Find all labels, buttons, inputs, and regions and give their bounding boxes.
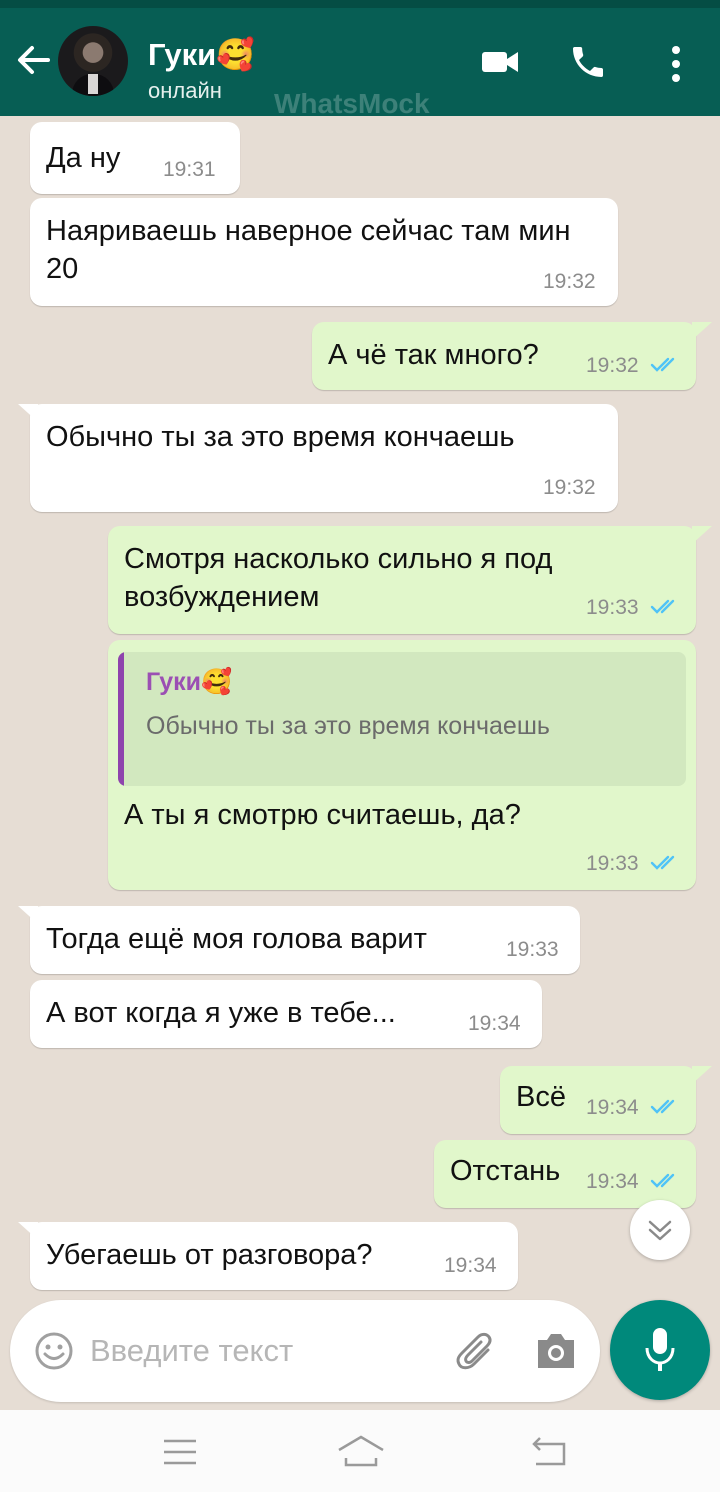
message-text: Отстань xyxy=(450,1155,561,1187)
incoming-message[interactable]: Да ну 19:31 xyxy=(30,122,240,194)
read-ticks-icon xyxy=(650,599,675,614)
back-return-icon[interactable] xyxy=(530,1436,568,1468)
bubble-tail xyxy=(18,1222,38,1240)
incoming-message[interactable]: Наяриваешь наверное сейчас там мин 20 19… xyxy=(30,198,618,306)
emoji-icon[interactable] xyxy=(34,1331,74,1371)
chat-header: Гуки🥰 онлайн WhatsMock xyxy=(0,8,720,119)
read-ticks-icon xyxy=(650,1099,675,1114)
message-time: 19:31 xyxy=(163,158,216,181)
read-ticks-icon xyxy=(650,855,675,870)
incoming-message[interactable]: Тогда ещё моя голова варит 19:33 xyxy=(30,906,580,974)
message-time: 19:33 xyxy=(586,596,639,619)
message-text: Смотря насколько сильно я под возбуждени… xyxy=(124,543,553,613)
message-time: 19:34 xyxy=(468,1012,521,1035)
back-arrow-icon[interactable] xyxy=(14,38,54,82)
bubble-tail xyxy=(18,404,38,422)
read-ticks-icon xyxy=(650,357,675,372)
message-text: А чё так много? xyxy=(328,339,539,371)
message-text: Всё xyxy=(516,1081,566,1113)
message-time: 19:33 xyxy=(506,938,559,961)
quote-text: Обычно ты за это время кончаешь xyxy=(146,712,550,740)
message-time: 19:32 xyxy=(543,270,596,293)
message-input[interactable]: Введите текст xyxy=(90,1333,293,1369)
message-text: Да ну xyxy=(46,142,121,174)
system-nav-bar xyxy=(0,1410,720,1492)
status-bar xyxy=(0,0,720,8)
message-time: 19:34 xyxy=(586,1170,639,1193)
home-icon[interactable] xyxy=(336,1434,386,1468)
bubble-tail xyxy=(692,322,712,340)
phone-icon[interactable] xyxy=(568,42,608,87)
bubble-tail xyxy=(692,526,712,544)
bubble-tail xyxy=(18,906,38,924)
outgoing-message[interactable]: Смотря насколько сильно я под возбуждени… xyxy=(108,526,696,634)
outgoing-message[interactable]: А чё так много? 19:32 xyxy=(312,322,696,390)
message-time: 19:32 xyxy=(543,476,596,499)
quote-bar xyxy=(118,652,124,786)
read-ticks-icon xyxy=(650,1173,675,1188)
more-vertical-icon[interactable] xyxy=(668,44,684,89)
message-time: 19:32 xyxy=(586,354,639,377)
message-time: 19:34 xyxy=(586,1096,639,1119)
menu-lines-icon[interactable] xyxy=(162,1438,198,1466)
microphone-button[interactable] xyxy=(610,1300,710,1400)
message-text: Наяриваешь наверное сейчас там мин 20 xyxy=(46,215,571,285)
outgoing-message[interactable]: Отстань 19:34 xyxy=(434,1140,696,1208)
message-time: 19:34 xyxy=(444,1254,497,1277)
incoming-message[interactable]: Обычно ты за это время кончаешь 19:32 xyxy=(30,404,618,512)
paperclip-icon[interactable] xyxy=(454,1330,500,1374)
message-text: Тогда ещё моя голова варит xyxy=(46,923,427,955)
contact-status: онлайн xyxy=(148,78,222,103)
quote-author: Гуки🥰 xyxy=(146,668,233,696)
message-time: 19:33 xyxy=(586,852,639,875)
message-text: Убегаешь от разговора? xyxy=(46,1239,373,1271)
incoming-message[interactable]: Убегаешь от разговора? 19:34 xyxy=(30,1222,518,1290)
message-text: А ты я смотрю считаешь, да? xyxy=(124,799,521,831)
message-text: А вот когда я уже в тебе... xyxy=(46,997,396,1029)
avatar[interactable] xyxy=(58,26,128,96)
camera-icon[interactable] xyxy=(534,1332,578,1370)
message-text: Обычно ты за это время кончаешь xyxy=(46,421,515,453)
outgoing-message[interactable]: Всё 19:34 xyxy=(500,1066,696,1134)
watermark: WhatsMock xyxy=(274,88,430,119)
reply-quote[interactable]: Гуки🥰 Обычно ты за это время кончаешь xyxy=(118,652,686,786)
bubble-tail xyxy=(692,1066,712,1084)
video-camera-icon[interactable] xyxy=(480,48,520,81)
microphone-icon xyxy=(645,1328,675,1371)
contact-name[interactable]: Гуки🥰 xyxy=(148,36,255,73)
message-input-bar[interactable]: Введите текст xyxy=(10,1300,600,1402)
chevron-double-down-icon xyxy=(648,1220,672,1241)
scroll-down-button[interactable] xyxy=(630,1200,690,1260)
incoming-message[interactable]: А вот когда я уже в тебе... 19:34 xyxy=(30,980,542,1048)
